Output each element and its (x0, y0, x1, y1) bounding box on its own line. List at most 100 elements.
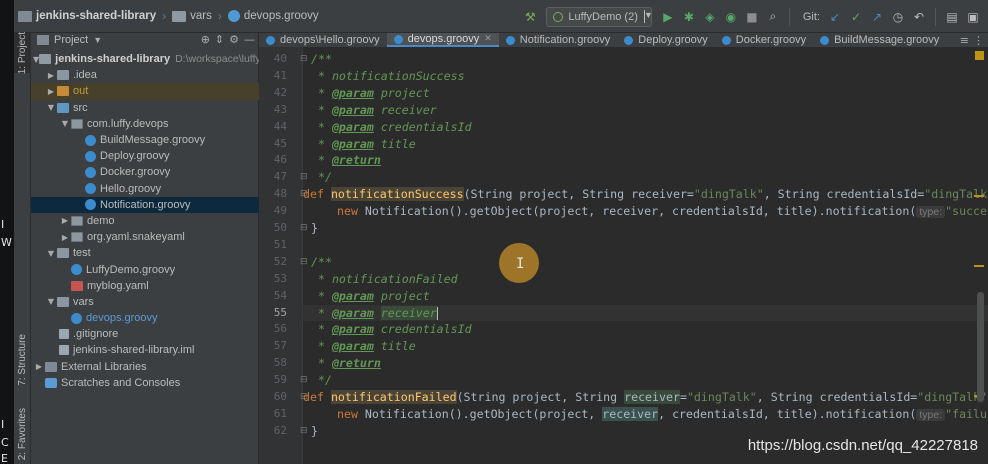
tree-node-file[interactable]: Docker.groovy (31, 164, 259, 180)
tree-node-file[interactable]: jenkins-shared-library.iml (31, 342, 259, 358)
breadcrumb-project-label: jenkins-shared-library (36, 10, 157, 22)
layout-icon[interactable]: ▣ (964, 8, 982, 26)
rollback-icon[interactable]: ↶ (910, 8, 928, 26)
tree-node-root[interactable]: ▼ jenkins-shared-library D:\workspace\lu… (31, 51, 272, 67)
groovy-file-icon (266, 35, 275, 45)
tree-node-out[interactable]: ▶ out (31, 83, 259, 100)
tree-node-src[interactable]: ▼ src (31, 100, 259, 116)
history-icon[interactable]: ◷ (889, 8, 907, 26)
stop-icon[interactable]: ■ (743, 8, 761, 26)
yaml-file-icon (71, 280, 83, 291)
groovy-file-icon (393, 34, 403, 44)
project-structure-icon[interactable]: ▤ (943, 8, 961, 26)
code-line: def notificationSuccess(String project, … (303, 187, 988, 202)
run-configuration-select[interactable]: LuffyDemo (2) ▼ (546, 6, 653, 27)
line-number: 47 (273, 170, 287, 184)
tree-node-package[interactable]: ▶ org.yaml.snakeyaml (31, 229, 259, 245)
project-view-icon (37, 34, 49, 45)
tree-node-test[interactable]: ▼ test (31, 245, 259, 261)
tree-node-file[interactable]: Deploy.groovy (31, 148, 259, 164)
error-stripe[interactable] (972, 47, 988, 464)
tree-node-package[interactable]: ▶ demo (31, 213, 259, 229)
tree-node-label: Hello.groovy (100, 182, 162, 195)
tool-window-favorites[interactable]: 2: Favorites (14, 405, 31, 463)
split-icon[interactable]: ⋮ (973, 34, 984, 47)
search-icon[interactable]: ⌕ (764, 8, 782, 26)
close-icon[interactable]: ✕ (484, 34, 492, 44)
tree-node-vars[interactable]: ▼ vars (31, 294, 259, 310)
collapse-arrow-icon: ▶ (47, 70, 55, 80)
tabs-overflow-icon[interactable]: ≡ (960, 34, 969, 47)
code-editor[interactable]: 40 41 42 43 44 45 46 47 48 49 50 51 52 5… (259, 47, 988, 464)
line-number: 49 (273, 204, 287, 218)
build-hammer-icon[interactable]: ⚒ (521, 8, 539, 26)
expand-arrow-icon: ▼ (61, 119, 69, 129)
vertical-scrollbar[interactable] (977, 292, 984, 402)
debug-icon[interactable]: ✱ (680, 8, 698, 26)
groovy-file-icon (85, 183, 96, 195)
editor-tab[interactable]: devops\Hello.groovy (259, 33, 387, 47)
tree-node-file[interactable]: devops.groovy (31, 310, 259, 326)
editor-tab[interactable]: Docker.groovy (715, 33, 813, 47)
error-stripe-mark[interactable] (974, 195, 984, 197)
tree-node-file[interactable]: BuildMessage.groovy (31, 132, 259, 148)
expand-arrow-icon: ▼ (47, 248, 55, 258)
breadcrumb-project[interactable]: jenkins-shared-library (14, 0, 160, 33)
tool-window-favorites-label: 2: Favorites (17, 407, 28, 461)
git-push-icon[interactable]: ↗ (868, 8, 886, 26)
code-line: /** (311, 254, 332, 269)
warning-indicator-icon[interactable] (975, 51, 984, 60)
project-tree: ▼ jenkins-shared-library D:\workspace\lu… (31, 51, 272, 391)
gear-icon[interactable]: ⚙ (229, 33, 239, 46)
package-icon (71, 232, 83, 243)
tool-window-project[interactable]: 1: Project (14, 32, 31, 74)
folder-icon (57, 296, 69, 307)
locate-icon[interactable]: ⊕ (201, 33, 210, 46)
tree-node-idea[interactable]: ▶ .idea (31, 67, 259, 83)
line-number-current: 55 (273, 305, 287, 319)
coverage-icon[interactable]: ◈ (701, 8, 719, 26)
source-folder-icon (57, 102, 69, 113)
groovy-file-icon (505, 35, 515, 45)
editor-tab-label: devops\Hello.groovy (280, 34, 380, 46)
collapse-all-icon[interactable]: ⇕ (215, 33, 224, 46)
ibeam-cursor-icon: I (516, 256, 525, 272)
tree-node-external-libraries[interactable]: ▶ External Libraries (31, 359, 259, 375)
editor-tab[interactable]: Notification.groovy (499, 33, 618, 47)
editor-tab[interactable]: Deploy.groovy (617, 33, 715, 47)
tree-node-package[interactable]: ▼ com.luffy.devops (31, 116, 259, 132)
module-icon (18, 10, 32, 22)
breadcrumb-folder[interactable]: vars (168, 0, 216, 33)
tree-node-label: BuildMessage.groovy (100, 134, 206, 147)
tree-node-file[interactable]: .gitignore (31, 326, 259, 342)
chevron-down-icon[interactable]: ▼ (93, 35, 102, 45)
groovy-file-icon (85, 150, 96, 162)
tree-node-file-selected[interactable]: Notification.groovy (31, 196, 259, 213)
tree-node-label: src (73, 101, 88, 114)
tree-node-label: out (73, 85, 89, 98)
tool-window-structure[interactable]: 7: Structure (14, 329, 31, 391)
git-update-icon[interactable]: ↙ (826, 8, 844, 26)
editor-tab[interactable]: BuildMessage.groovy (813, 33, 946, 47)
code-line: * @param project (311, 85, 430, 100)
tree-node-scratches[interactable]: Scratches and Consoles (31, 375, 259, 391)
minimize-icon[interactable]: — (244, 33, 255, 46)
line-number: 52 (273, 254, 287, 268)
editor-tab-active[interactable]: devops.groovy ✕ (386, 33, 499, 47)
git-commit-icon[interactable]: ✓ (847, 8, 865, 26)
breadcrumb-file[interactable]: devops.groovy (224, 0, 323, 33)
project-panel-title[interactable]: Project (54, 34, 88, 46)
code-line: * @return (311, 153, 381, 168)
error-stripe-mark[interactable] (974, 265, 984, 267)
profile-icon[interactable]: ◉ (722, 8, 740, 26)
code-line: * notificationFailed (311, 271, 458, 286)
tree-node-file[interactable]: myblog.yaml (31, 278, 259, 294)
code-area[interactable]: /** * notificationSuccess * @param proje… (303, 47, 988, 464)
run-icon[interactable]: ▶ (659, 8, 677, 26)
groovy-file-icon (85, 166, 96, 178)
tree-node-file[interactable]: Hello.groovy (31, 181, 259, 197)
line-number: 48 (273, 187, 287, 201)
tree-node-file[interactable]: LuffyDemo.groovy (31, 261, 259, 277)
groovy-file-icon (624, 35, 634, 45)
editor-tab-label: BuildMessage.groovy (834, 34, 940, 46)
